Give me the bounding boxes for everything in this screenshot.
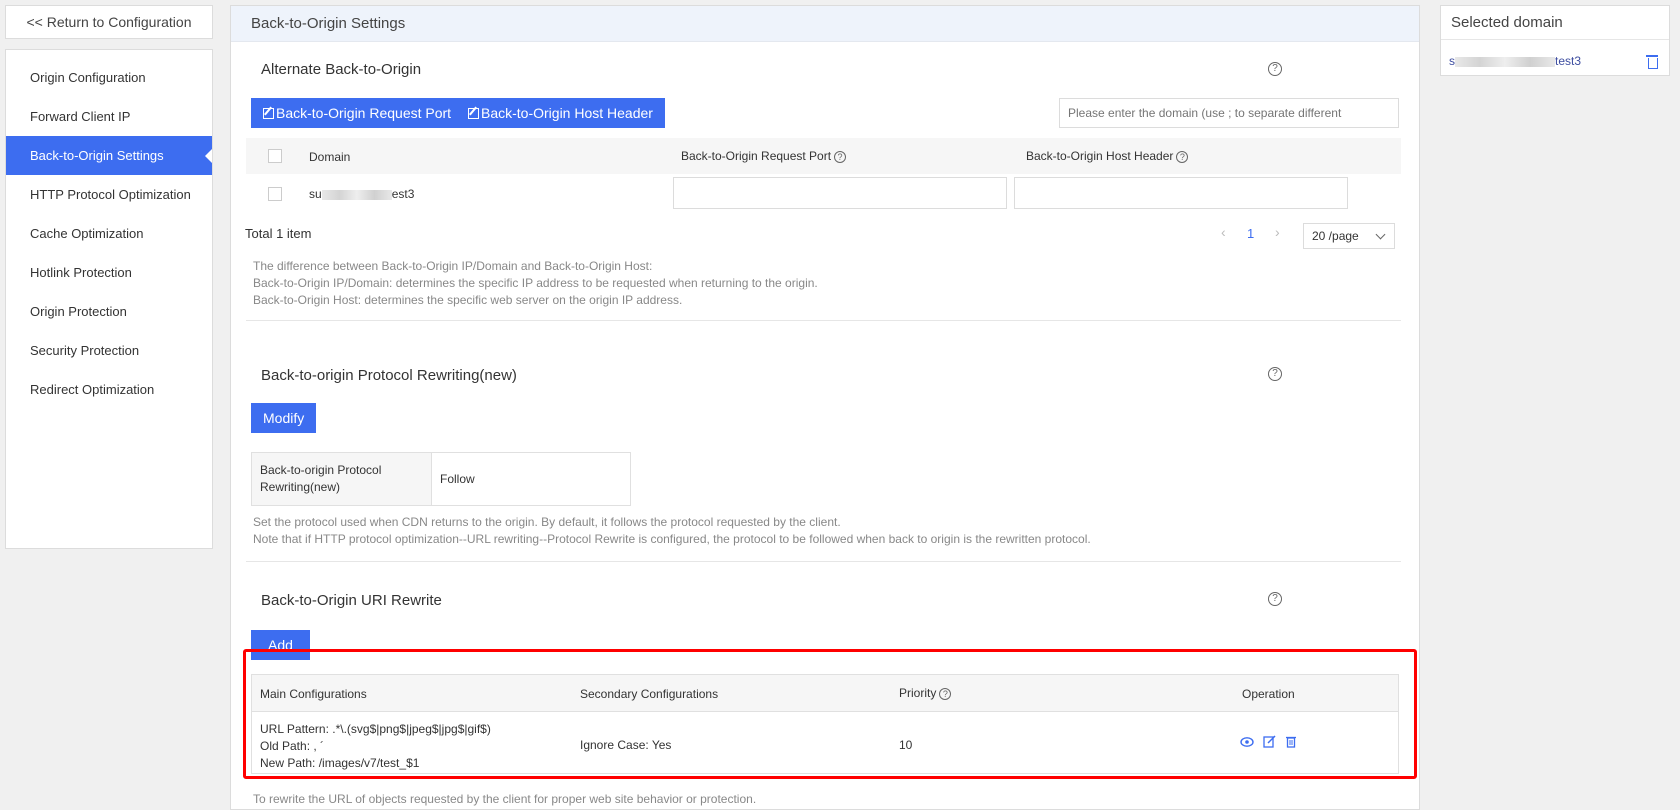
sidebar-item-http-protocol-optimization[interactable]: HTTP Protocol Optimization [6, 175, 212, 214]
column-header-host-header-label: Back-to-Origin Host Header [1026, 149, 1174, 163]
edit-icon [468, 107, 479, 119]
domain-cell: su est3 [309, 187, 414, 201]
column-header-host-header: Back-to-Origin Host Header? [1026, 149, 1189, 163]
sidebar-item-security-protection[interactable]: Security Protection [6, 331, 212, 370]
protocol-table: Back-to-origin Protocol Rewriting(new) F… [251, 452, 631, 506]
remove-domain-icon[interactable] [1646, 55, 1658, 69]
select-all-checkbox[interactable] [268, 149, 282, 163]
delete-icon[interactable] [1285, 735, 1297, 748]
url-pattern: URL Pattern: .*\.(svg$|png$|jpeg$|jpg$|g… [260, 722, 491, 736]
selected-domain-item: s test3 [1449, 54, 1581, 68]
sidebar-item-origin-configuration[interactable]: Origin Configuration [6, 58, 212, 97]
column-header-main: Main Configurations [260, 687, 367, 701]
alternate-section-title: Alternate Back-to-Origin [261, 61, 422, 78]
column-header-domain: Domain [309, 150, 351, 164]
sidebar-item-origin-protection[interactable]: Origin Protection [6, 292, 212, 331]
uri-section-title: Back-to-Origin URI Rewrite [261, 592, 442, 609]
domain-search-input[interactable] [1059, 98, 1399, 128]
column-header-secondary: Secondary Configurations [580, 687, 719, 701]
sidebar-item-redirect-optimization[interactable]: Redirect Optimization [6, 370, 212, 409]
note-line: The difference between Back-to-Origin IP… [253, 259, 653, 273]
selected-domain-panel: Selected domain s test3 [1440, 5, 1670, 76]
next-page-icon[interactable]: › [1275, 224, 1280, 240]
domain-prefix: su [309, 187, 322, 201]
page-number[interactable]: 1 [1247, 226, 1254, 241]
request-port-input[interactable] [673, 177, 1007, 209]
help-icon[interactable]: ? [939, 687, 952, 700]
section-divider [246, 320, 1401, 321]
view-icon[interactable] [1240, 736, 1254, 748]
secondary-config-cell: Ignore Case: Yes [580, 738, 672, 752]
sidebar-item-forward-client-ip[interactable]: Forward Client IP [6, 97, 212, 136]
column-header-operation: Operation [1242, 687, 1295, 701]
note-line: Note that if HTTP protocol optimization-… [253, 532, 1091, 546]
note-line: Back-to-Origin Host: determines the spec… [253, 293, 683, 307]
host-header-button[interactable]: Back-to-Origin Host Header [456, 98, 665, 128]
protocol-value: Follow [440, 472, 475, 486]
edit-icon [263, 107, 274, 119]
modify-button[interactable]: Modify [251, 403, 317, 433]
page-size-select[interactable]: 20 /page [1303, 223, 1395, 249]
column-header-priority-label: Priority [899, 686, 937, 700]
request-port-button-label: Back-to-Origin Request Port [276, 105, 452, 121]
help-icon[interactable]: ? [1268, 367, 1282, 381]
protocol-notes: Set the protocol used when CDN returns t… [253, 514, 1091, 548]
domain-suffix: est3 [391, 187, 415, 201]
help-icon[interactable]: ? [1268, 592, 1282, 606]
section-divider [246, 561, 1401, 562]
protocol-key: Back-to-origin Protocol Rewriting(new) [252, 453, 432, 505]
alternate-notes: The difference between Back-to-Origin IP… [253, 258, 818, 309]
main-panel: Back-to-Origin Settings Alternate Back-t… [230, 5, 1420, 810]
add-rule-button[interactable]: Add [251, 630, 310, 660]
host-header-button-label: Back-to-Origin Host Header [481, 105, 653, 121]
main-config-cell: URL Pattern: .*\.(svg$|png$|jpeg$|jpg$|g… [260, 721, 491, 772]
uri-rewrite-table-header [252, 675, 1398, 712]
chevron-down-icon [1375, 229, 1386, 240]
sidebar-item-cache-optimization[interactable]: Cache Optimization [6, 214, 212, 253]
page-size-value: 20 /page [1312, 229, 1359, 243]
uri-rewrite-table: Main Configurations Secondary Configurat… [251, 674, 1399, 774]
sidebar-item-back-to-origin-settings[interactable]: Back-to-Origin Settings [6, 136, 212, 175]
new-path: New Path: /images/v7/test_$1 [260, 756, 420, 770]
help-icon[interactable]: ? [1268, 62, 1282, 76]
sidebar-item-hotlink-protection[interactable]: Hotlink Protection [6, 253, 212, 292]
total-count: Total 1 item [245, 226, 312, 241]
uri-footer-note: To rewrite the URL of objects requested … [253, 792, 757, 806]
add-rule-button-label: Add [268, 637, 293, 653]
sidebar-nav: Origin Configuration Forward Client IP B… [5, 49, 213, 549]
protocol-section-title: Back-to-origin Protocol Rewriting(new) [261, 367, 517, 384]
priority-cell: 10 [899, 738, 913, 752]
modify-button-label: Modify [263, 410, 305, 426]
column-header-request-port-label: Back-to-Origin Request Port [681, 149, 832, 163]
help-icon[interactable]: ? [834, 150, 847, 163]
edit-icon[interactable] [1263, 735, 1276, 748]
page-title: Back-to-Origin Settings [231, 6, 1419, 42]
masked-text [1455, 56, 1555, 67]
column-header-priority: Priority? [899, 686, 952, 700]
masked-text [321, 189, 392, 200]
request-port-button[interactable]: Back-to-Origin Request Port [251, 98, 464, 128]
host-header-input[interactable] [1014, 177, 1348, 209]
help-icon[interactable]: ? [1176, 150, 1189, 163]
selected-domain-title: Selected domain [1441, 6, 1669, 40]
prev-page-icon[interactable]: ‹ [1221, 224, 1226, 240]
note-line: Back-to-Origin IP/Domain: determines the… [253, 276, 818, 290]
row-checkbox[interactable] [268, 187, 282, 201]
return-to-configuration-button[interactable]: << Return to Configuration [5, 5, 213, 39]
note-line: Set the protocol used when CDN returns t… [253, 515, 841, 529]
old-path: Old Path: , ´ [260, 739, 325, 753]
column-header-request-port: Back-to-Origin Request Port? [681, 149, 847, 163]
selected-domain-suffix: test3 [1555, 54, 1582, 68]
